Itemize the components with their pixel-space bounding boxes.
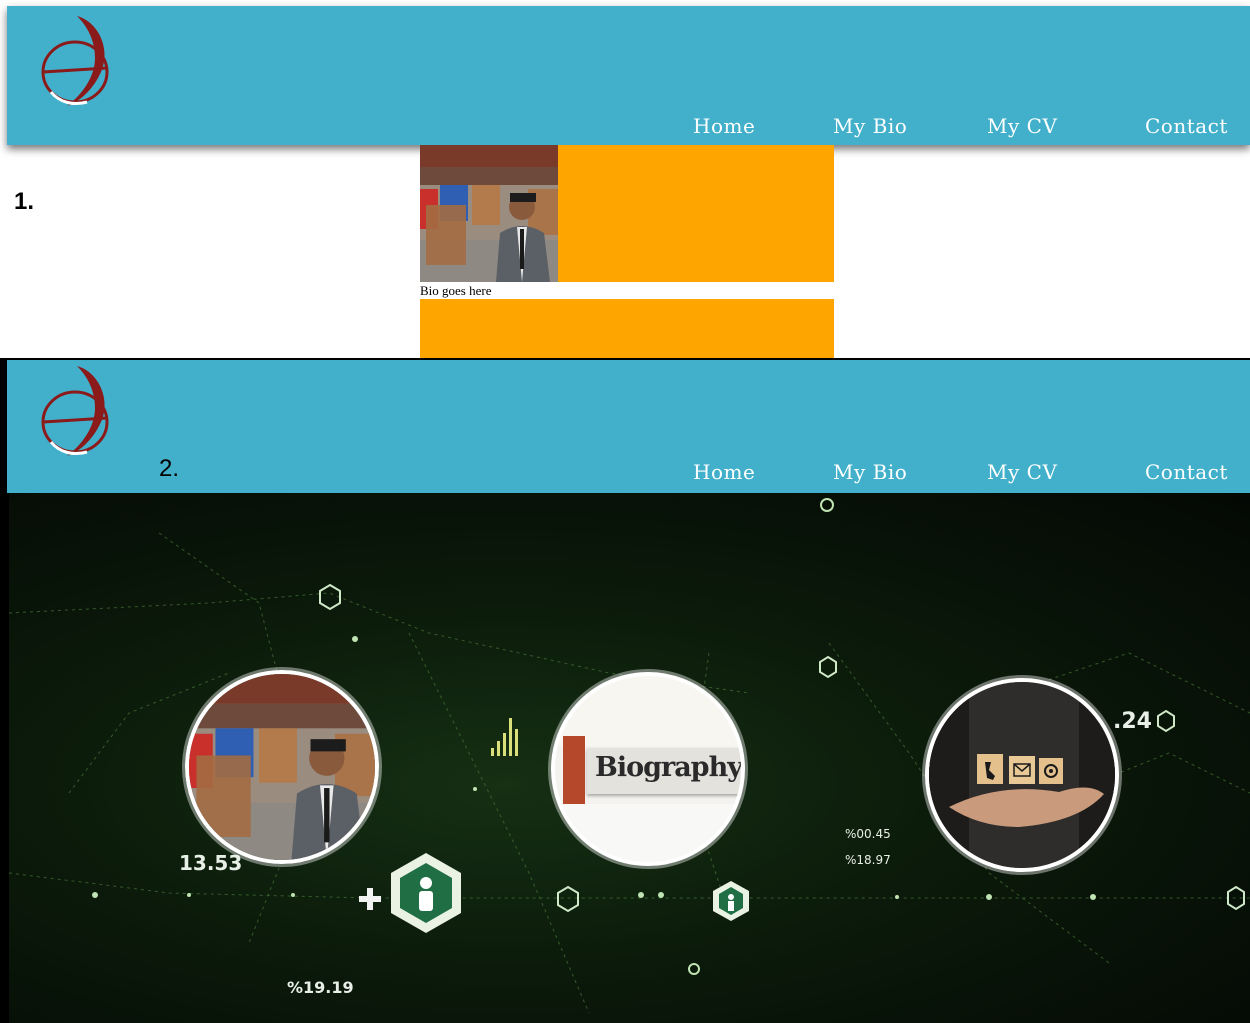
nav-my-bio[interactable]: My Bio xyxy=(833,460,907,484)
person-hex-icon xyxy=(391,853,461,933)
profile-circle-link[interactable] xyxy=(185,670,379,864)
step-label-1: 1. xyxy=(14,188,35,215)
nav-my-bio[interactable]: My Bio xyxy=(833,114,907,138)
site-header-2: 2. Home My Bio My CV Contact xyxy=(7,360,1250,493)
nav-contact[interactable]: Contact xyxy=(1145,460,1228,484)
person-hex-icon xyxy=(713,881,749,921)
hud-value-4: %18.97 xyxy=(845,853,891,867)
contact-circle-link[interactable] xyxy=(925,678,1119,872)
nav-home[interactable]: Home xyxy=(693,460,755,484)
biography-sign-text: Biography xyxy=(595,752,742,783)
site-header: Home My Bio My CV Contact xyxy=(7,6,1250,145)
nav-home[interactable]: Home xyxy=(693,114,755,138)
phone-icon xyxy=(977,754,1003,784)
bio-content-block xyxy=(420,299,834,358)
bar-chart-icon xyxy=(491,718,518,756)
profile-photo xyxy=(420,145,558,282)
hud-value-5: .24 xyxy=(1113,709,1152,734)
screenshot-panel-2: 2. Home My Bio My CV Contact 13.53 %19.1… xyxy=(0,358,1250,1023)
step-label-2: 2. xyxy=(159,455,180,482)
nav-my-cv[interactable]: My CV xyxy=(987,114,1057,138)
plus-icon xyxy=(359,888,381,910)
contact-image xyxy=(929,682,1115,868)
table-surface xyxy=(555,804,741,862)
biography-sign: Biography xyxy=(587,748,742,794)
book-spine xyxy=(563,736,585,806)
mail-icon xyxy=(1009,756,1035,784)
screenshot-panel-1: Home My Bio My CV Contact 1. Bio goes he… xyxy=(0,0,1250,358)
hud-value-2: %19.19 xyxy=(287,978,354,997)
hud-value-1: 13.53 xyxy=(179,851,243,875)
bio-text: Bio goes here xyxy=(420,283,492,298)
logo-icon[interactable] xyxy=(29,360,121,460)
logo-icon[interactable] xyxy=(29,10,121,110)
profile-photo xyxy=(189,674,375,860)
biography-circle-link[interactable]: Biography xyxy=(551,672,745,866)
nav-my-cv[interactable]: My CV xyxy=(987,460,1057,484)
hud-value-3: %00.45 xyxy=(845,827,891,841)
nav-contact[interactable]: Contact xyxy=(1145,114,1228,138)
at-icon xyxy=(1039,758,1063,784)
